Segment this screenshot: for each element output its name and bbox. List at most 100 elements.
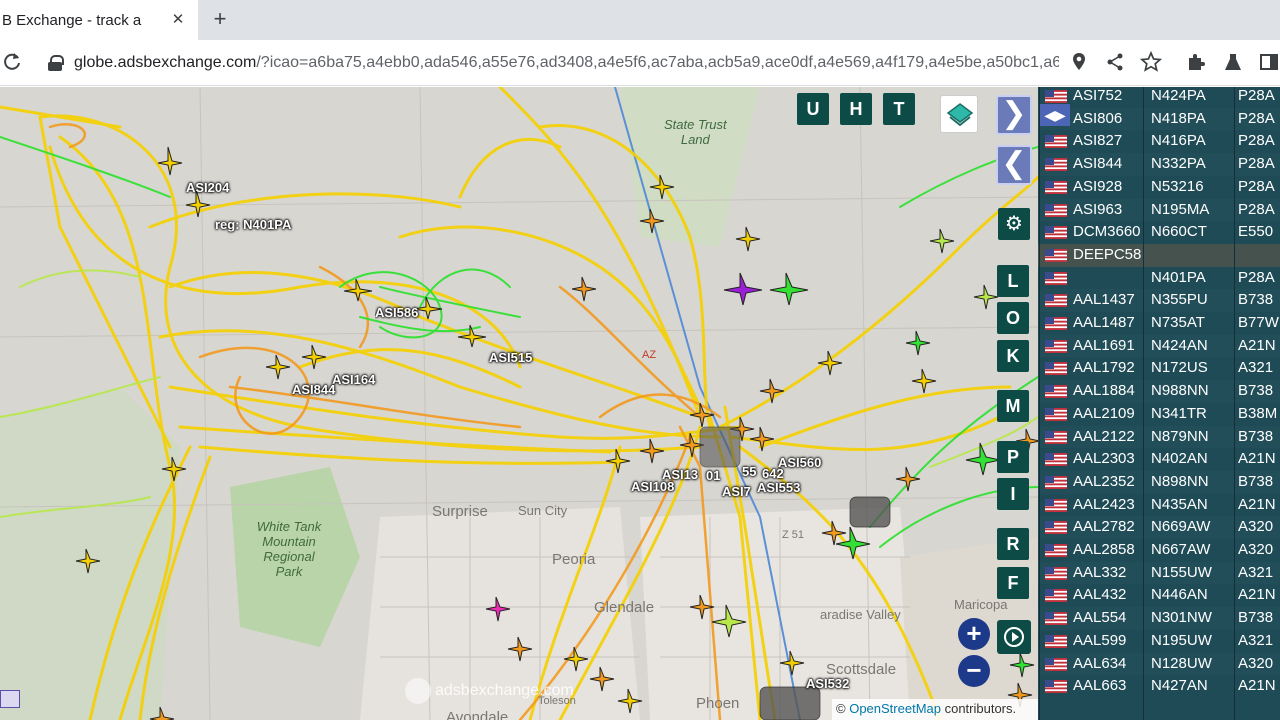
us-flag-icon — [1045, 453, 1067, 467]
show-track-labels-button[interactable]: K — [997, 340, 1029, 372]
filter-button[interactable]: F — [997, 567, 1029, 599]
cell-callsign: AAL2858 — [1073, 541, 1135, 558]
tab-strip: B Exchange - track a ✕ + — [0, 0, 1280, 40]
openstreetmap-link[interactable]: OpenStreetMap — [849, 701, 941, 716]
layers-icon[interactable] — [940, 95, 978, 133]
table-row[interactable]: AAL2352 N898NN B738 — [1038, 470, 1280, 494]
table-row[interactable]: AAL663 N427AN A21N — [1038, 675, 1280, 698]
cell-type: P28A — [1238, 132, 1275, 150]
table-row[interactable]: DCM3660 N660CT E550 — [1038, 221, 1280, 244]
table-row[interactable]: AAL332 N155UW A321 — [1038, 561, 1280, 585]
table-row[interactable]: DEEPC58 — [1038, 243, 1280, 267]
address-bar[interactable]: globe.adsbexchange.com/?icao=a6ba75,a4eb… — [36, 45, 1068, 81]
flight-map[interactable]: State Trust Land White Tank Mountain Region… — [0, 87, 1038, 720]
reload-icon[interactable] — [0, 50, 24, 74]
table-row[interactable]: AAL1437 N355PU B738 — [1038, 289, 1280, 312]
table-row[interactable]: AAL634 N128UW A320 — [1038, 652, 1280, 676]
table-row[interactable]: ASI752 N424PA P28A — [1038, 87, 1280, 108]
table-row[interactable]: AAL599 N195UW A321 — [1038, 630, 1280, 653]
share-icon[interactable] — [1104, 51, 1126, 73]
table-row[interactable]: ASI806 N418PA P28A — [1038, 107, 1280, 131]
map-place-sun-city: Sun City — [518, 503, 568, 518]
aircraft-label-asi7[interactable]: ASI7 — [722, 484, 751, 499]
map-canvas[interactable] — [0, 87, 1038, 720]
table-row[interactable]: N401PA P28A — [1038, 267, 1280, 290]
units-button[interactable]: U — [797, 93, 829, 125]
table-row[interactable]: AAL2122 N879NN B738 — [1038, 425, 1280, 449]
adsbexchange-watermark: adsbexchange.com — [405, 678, 574, 704]
zoom-out-button[interactable]: − — [958, 655, 990, 687]
table-row[interactable]: AAL2109 N341TR B38M — [1038, 403, 1280, 426]
table-row[interactable]: ASI827 N416PA P28A — [1038, 130, 1280, 153]
sidebar-resize-icon[interactable]: ◀▶ — [1040, 104, 1070, 126]
aircraft-label-asi586[interactable]: ASI586 — [375, 305, 425, 320]
aircraft-label-01[interactable]: 01 — [706, 468, 720, 483]
cell-type: B738 — [1238, 291, 1274, 309]
aircraft-label-asi844[interactable]: ASI844 — [292, 382, 335, 397]
aircraft-label-asi204[interactable]: ASI204 — [186, 180, 229, 195]
table-row[interactable]: AAL554 N301NW B738 — [1038, 607, 1280, 630]
hide-sidebar-button[interactable]: H — [840, 93, 872, 125]
settings-gear-icon[interactable]: ⚙ — [998, 208, 1030, 240]
aircraft-label-asi553[interactable]: ASI553 — [757, 480, 800, 495]
table-row[interactable]: AAL2858 N667AW A320 — [1038, 539, 1280, 562]
aircraft-label-asi108[interactable]: ASI108 — [631, 479, 674, 494]
us-flag-icon — [1045, 248, 1067, 262]
persistence-button[interactable]: P — [997, 441, 1029, 473]
map-route-az: AZ — [642, 349, 657, 361]
table-row[interactable]: AAL1487 N735AT B77W — [1038, 312, 1280, 335]
lock-icon[interactable] — [48, 55, 64, 71]
aircraft-label-asi515[interactable]: ASI515 — [489, 350, 532, 365]
us-flag-icon — [1045, 135, 1067, 149]
multiselect-button[interactable]: M — [997, 390, 1029, 422]
cell-callsign: AAL663 — [1073, 677, 1127, 695]
us-flag-icon — [1045, 407, 1067, 421]
cell-registration: N332PA — [1151, 155, 1206, 173]
table-row[interactable]: ASI963 N195MA P28A — [1038, 198, 1280, 222]
flask-icon[interactable] — [1222, 51, 1244, 73]
table-row[interactable]: AAL1691 N424AN A21N — [1038, 334, 1280, 358]
table-row[interactable]: AAL1884 N988NN B738 — [1038, 380, 1280, 403]
map-attribution: © OpenStreetMap contributors. — [832, 699, 1038, 720]
browser-tab[interactable]: B Exchange - track a ✕ — [0, 0, 198, 40]
next-arrow-button[interactable]: ❯ — [996, 95, 1032, 135]
prev-arrow-button[interactable]: ❮ — [996, 145, 1032, 185]
cell-registration: N355PU — [1151, 291, 1208, 309]
cell-callsign: DCM3660 — [1073, 223, 1141, 241]
us-flag-icon — [1045, 475, 1067, 489]
table-row[interactable]: ASI928 N53216 P28A — [1038, 176, 1280, 199]
url-text[interactable]: globe.adsbexchange.com/?icao=a6ba75,a4eb… — [74, 54, 1059, 72]
replay-icon[interactable] — [997, 620, 1031, 654]
table-row[interactable]: ASI844 N332PA P28A — [1038, 153, 1280, 176]
location-pin-icon[interactable] — [1068, 51, 1090, 73]
aircraft-label-asi532[interactable]: ASI532 — [806, 676, 849, 691]
range-rings-button[interactable]: R — [997, 528, 1029, 560]
extended-labels-button[interactable]: O — [997, 302, 1029, 334]
measure-icon[interactable] — [0, 690, 20, 708]
cell-type: A320 — [1238, 654, 1274, 672]
ident-button[interactable]: I — [997, 478, 1029, 510]
table-row[interactable]: AAL2782 N669AW A320 — [1038, 516, 1280, 539]
cell-callsign: AAL1437 — [1073, 291, 1135, 309]
new-tab-button[interactable]: + — [208, 8, 232, 32]
extensions-icon[interactable] — [1185, 51, 1207, 73]
side-panel-icon[interactable] — [1258, 51, 1280, 73]
table-row[interactable]: AAL2423 N435AN A21N — [1038, 494, 1280, 517]
labels-button[interactable]: L — [997, 265, 1029, 297]
aircraft-label-asi560[interactable]: ASI560 — [778, 455, 821, 470]
us-flag-icon — [1045, 498, 1067, 512]
us-flag-icon — [1045, 544, 1067, 557]
aircraft-label-reg[interactable]: reg: N401PA — [215, 217, 291, 232]
zoom-in-button[interactable]: + — [958, 618, 990, 650]
tracks-button[interactable]: T — [883, 93, 915, 125]
us-flag-icon — [1045, 589, 1067, 603]
cell-registration: N402AN — [1151, 450, 1208, 468]
table-row[interactable]: AAL1792 N172US A321 — [1038, 357, 1280, 380]
cell-type: A321 — [1238, 359, 1274, 377]
aircraft-label-55[interactable]: 55 — [742, 464, 756, 479]
tab-close-icon[interactable]: ✕ — [168, 10, 188, 30]
table-row[interactable]: AAL2303 N402AN A21N — [1038, 448, 1280, 471]
table-row[interactable]: AAL432 N446AN A21N — [1038, 584, 1280, 607]
aircraft-label-asi164[interactable]: ASI164 — [332, 372, 375, 387]
bookmark-star-icon[interactable] — [1139, 50, 1163, 73]
